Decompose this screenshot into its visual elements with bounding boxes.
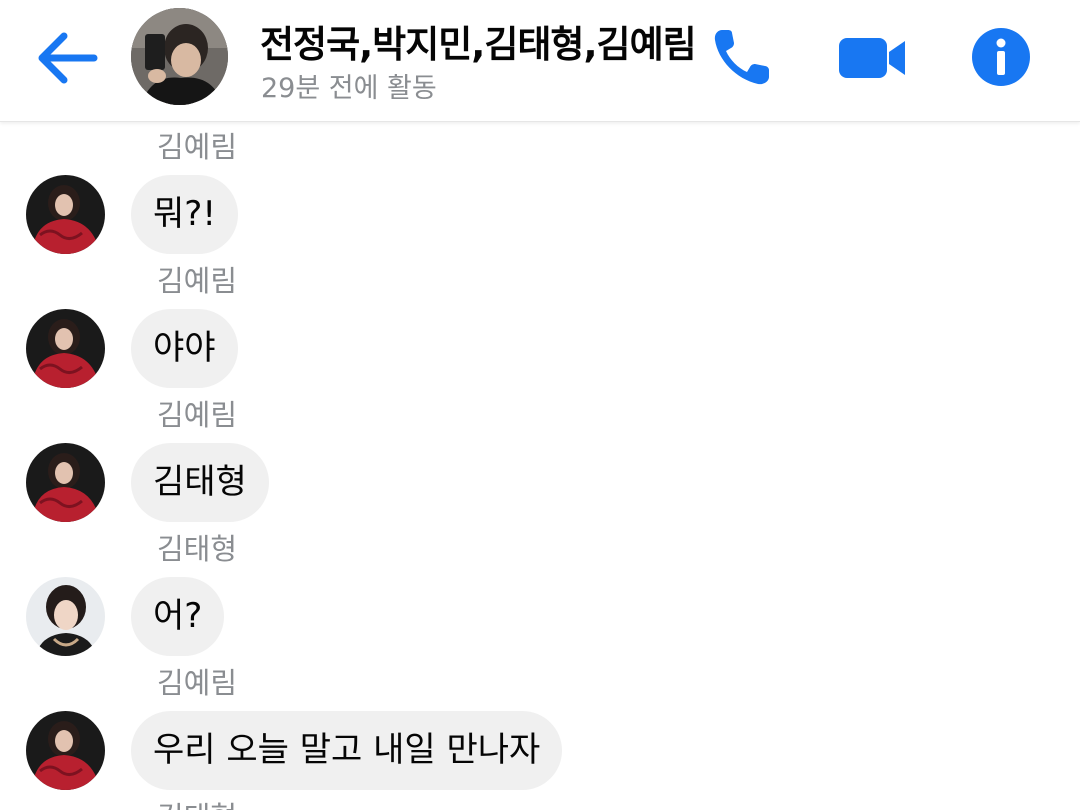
- avatar-yerim: [26, 175, 105, 254]
- message-bubble[interactable]: 어?: [131, 577, 225, 656]
- avatar-yerim: [26, 309, 105, 388]
- message-bubble[interactable]: 야야: [131, 309, 238, 388]
- info-button[interactable]: [970, 26, 1032, 88]
- back-button[interactable]: [30, 22, 102, 94]
- sender-name: 김예림: [157, 264, 238, 298]
- avatar[interactable]: [26, 309, 105, 388]
- sender-name: 김예림: [157, 130, 238, 164]
- avatar[interactable]: [26, 577, 105, 656]
- group-avatar[interactable]: [131, 8, 228, 105]
- active-status: 29분 전에 활동: [261, 73, 437, 104]
- avatar-yerim: [26, 443, 105, 522]
- voice-call-button[interactable]: [708, 24, 778, 90]
- message-bubble[interactable]: 뭐?!: [131, 175, 238, 254]
- message-bubble[interactable]: 우리 오늘 말고 내일 만나자: [131, 711, 563, 790]
- avatar-taehyung: [26, 577, 105, 656]
- sender-name: 김예림: [157, 398, 238, 432]
- avatar-photo: [131, 8, 228, 105]
- video-camera-icon: [839, 38, 905, 78]
- video-call-button[interactable]: [835, 30, 911, 86]
- info-icon: [972, 28, 1030, 86]
- message-bubble[interactable]: 김태형: [131, 443, 269, 522]
- sender-name: 김예림: [157, 666, 238, 700]
- chat-title[interactable]: 전정국,박지민,김태형,김예림: [260, 14, 697, 68]
- avatar[interactable]: [26, 443, 105, 522]
- avatar[interactable]: [26, 175, 105, 254]
- avatar[interactable]: [26, 711, 105, 790]
- sender-name: 김태형: [157, 794, 237, 810]
- sender-name: 김태형: [157, 532, 238, 566]
- phone-icon: [714, 30, 769, 85]
- chat-header: 전정국,박지민,김태형,김예림 29분 전에 활동: [0, 0, 1080, 122]
- back-arrow-icon: [38, 32, 98, 84]
- avatar-yerim: [26, 711, 105, 790]
- message-list[interactable]: 김예림 뭐?! 김예림 야야 김예림 김태형 김태형 어? 김예림 우리 오늘 …: [0, 122, 1080, 810]
